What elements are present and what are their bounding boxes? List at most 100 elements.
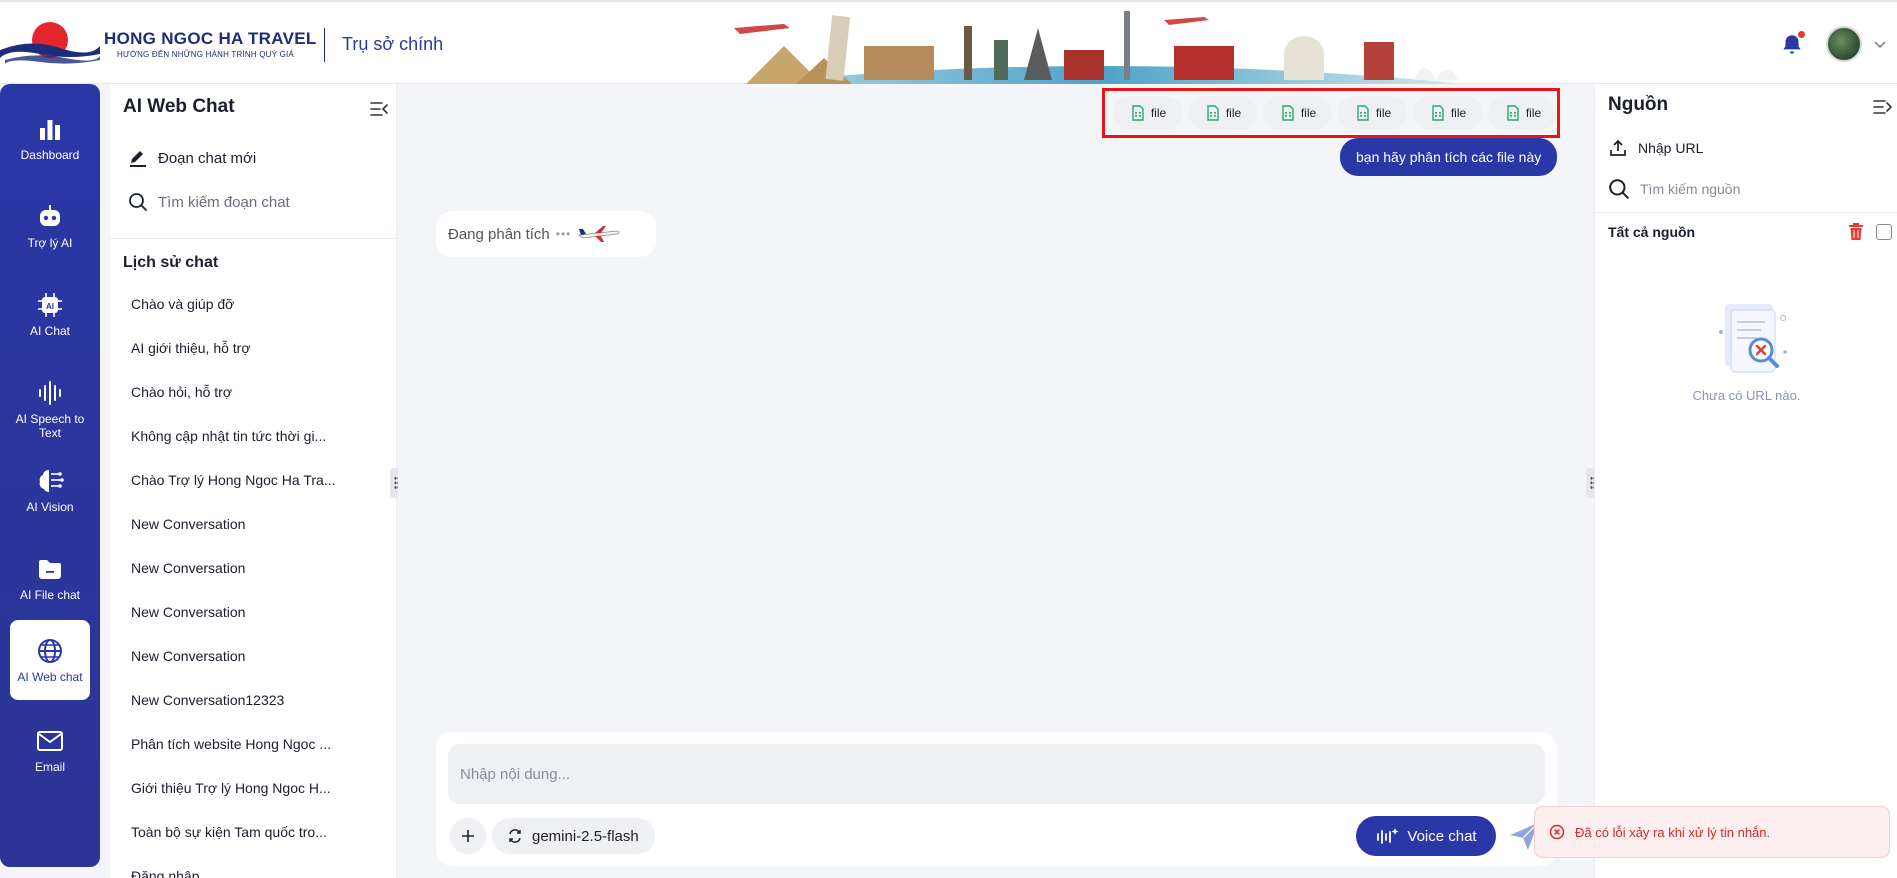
svg-text:AI: AI <box>46 302 54 311</box>
nav-label: AI File chat <box>19 588 81 602</box>
history-item[interactable]: Toàn bộ sự kiện Tam quốc tro... <box>131 810 391 854</box>
chat-history-list: Chào và giúp đỡ AI giới thiệu, hỗ trợ Ch… <box>131 282 391 878</box>
brand-logo[interactable] <box>0 20 100 68</box>
bot-typing-bubble: Đang phân tích ••• <box>436 211 656 257</box>
edit-pen-icon <box>130 151 146 167</box>
model-selector[interactable]: gemini-2.5-flash <box>492 818 655 854</box>
collapse-panel-icon[interactable] <box>1871 96 1893 118</box>
typing-dots-icon: ••• <box>555 227 572 241</box>
bot-status-text: Đang phân tích <box>448 225 550 243</box>
model-name: gemini-2.5-flash <box>532 827 639 845</box>
ai-chip-icon: AI <box>38 293 62 317</box>
nav-item-ai-web-chat[interactable]: AI Web chat <box>10 620 90 700</box>
error-circle-icon <box>1549 824 1565 840</box>
chat-history-panel: AI Web Chat Đoạn chat mới Tìm kiếm đoạn … <box>110 84 397 878</box>
folder-icon <box>39 560 61 579</box>
trash-icon[interactable] <box>1847 222 1865 242</box>
mail-icon <box>37 731 63 751</box>
collapse-panel-icon[interactable] <box>368 98 390 120</box>
history-item[interactable]: New Conversation <box>131 590 391 634</box>
history-item[interactable]: Chào hỏi, hỗ trợ <box>131 370 391 414</box>
history-item[interactable]: Chào Trợ lý Hong Ngoc Ha Tra... <box>131 458 391 502</box>
sources-title: Nguồn <box>1608 94 1669 115</box>
file-name: file <box>1525 106 1542 120</box>
error-toast: Đã có lỗi xảy ra khi xử lý tin nhắn. <box>1534 806 1890 858</box>
spreadsheet-file-icon <box>1507 105 1519 121</box>
new-chat-label: Đoạn chat mới <box>158 149 257 167</box>
nav-item-ai-vision[interactable]: AI Vision <box>10 450 90 530</box>
nav-label: AI Vision <box>26 500 74 514</box>
divider <box>1595 212 1897 213</box>
empty-sources-text: Chưa có URL nào. <box>1692 388 1801 403</box>
attached-files-row: file file file file file file <box>1102 88 1560 138</box>
nav-item-ai-speech-to-text[interactable]: AI Speech to Text <box>10 362 90 454</box>
history-item[interactable]: Không cập nhật tin tức thời gi... <box>131 414 391 458</box>
history-item[interactable]: Đăng nhập <box>131 854 391 878</box>
file-name: file <box>1150 106 1167 120</box>
switch-model-icon <box>509 829 521 843</box>
user-avatar[interactable] <box>1826 26 1862 62</box>
plus-icon <box>462 830 474 842</box>
nav-label: Email <box>34 760 65 774</box>
source-search-placeholder: Tìm kiếm nguồn <box>1640 181 1741 197</box>
source-search[interactable]: Tìm kiếm nguồn <box>1608 178 1740 200</box>
nav-label: AI Web chat <box>17 670 83 684</box>
nav-item-ai-file-chat[interactable]: AI File chat <box>10 538 90 618</box>
voice-sparkle-icon <box>1377 828 1399 844</box>
user-message-bubble: bạn hãy phân tích các file này <box>1340 138 1558 176</box>
file-chip[interactable]: file <box>1338 96 1407 130</box>
history-item[interactable]: Phân tích website Hong Ngoc ... <box>131 722 391 766</box>
history-item[interactable]: New Conversation <box>131 546 391 590</box>
file-chip[interactable]: file <box>1263 96 1332 130</box>
history-item[interactable]: New Conversation12323 <box>131 678 391 722</box>
file-chip[interactable]: file <box>1413 96 1482 130</box>
office-label: Trụ sở chính <box>342 34 444 54</box>
nav-item-dashboard[interactable]: Dashboard <box>10 98 90 178</box>
waveform-icon <box>39 381 61 405</box>
nav-item-ai-assistant[interactable]: Trợ lý AI <box>10 186 90 266</box>
error-message: Đã có lỗi xảy ra khi xử lý tin nhắn. <box>1575 824 1771 840</box>
spreadsheet-file-icon <box>1282 105 1294 121</box>
chat-search-placeholder: Tìm kiếm đoạn chat <box>158 193 290 211</box>
all-sources-label: Tất cả nguồn <box>1608 224 1696 240</box>
nav-item-ai-chat[interactable]: AI AI Chat <box>10 274 90 354</box>
file-chip[interactable]: file <box>1488 96 1557 130</box>
history-item[interactable]: AI giới thiệu, hỗ trợ <box>131 326 391 370</box>
search-icon <box>1609 179 1629 199</box>
main-sidebar: Dashboard Trợ lý AI AI AI Chat AI Speech… <box>0 84 100 867</box>
brand-name: HONG NGOC HA TRAVEL <box>104 29 317 48</box>
file-chip[interactable]: file <box>1188 96 1257 130</box>
robot-icon <box>40 205 60 226</box>
spreadsheet-file-icon <box>1132 105 1144 121</box>
add-attachment-button[interactable] <box>450 818 486 854</box>
sources-panel: Nguồn Nhập URL Tìm kiếm nguồn Tất cả ngu… <box>1594 84 1897 878</box>
spreadsheet-file-icon <box>1207 105 1219 121</box>
import-url-button[interactable]: Nhập URL <box>1608 138 1703 158</box>
history-item[interactable]: Chào và giúp đỡ <box>131 282 391 326</box>
select-all-checkbox[interactable] <box>1876 224 1892 240</box>
landmarks-banner-image <box>724 11 1484 86</box>
chevron-down-icon[interactable] <box>1872 36 1888 52</box>
search-icon <box>129 193 147 211</box>
spreadsheet-file-icon <box>1432 105 1444 121</box>
nav-label: AI Chat <box>29 324 71 338</box>
history-item[interactable]: Giới thiệu Trợ lý Hong Ngoc H... <box>131 766 391 810</box>
empty-document-illustration <box>1719 304 1787 373</box>
message-composer: gemini-2.5-flash Voice chat <box>436 732 1557 866</box>
upload-icon <box>1610 139 1626 156</box>
airplane-icon <box>578 226 620 242</box>
file-chip[interactable]: file <box>1113 96 1182 130</box>
import-url-label: Nhập URL <box>1638 140 1704 156</box>
nav-label: Trợ lý AI <box>27 236 73 250</box>
panel-title: AI Web Chat <box>123 96 235 117</box>
brand-tagline: HƯỚNG ĐẾN NHỮNG HÀNH TRÌNH QUÝ GIÁ <box>117 50 294 59</box>
message-input[interactable] <box>448 744 1545 804</box>
nav-item-email[interactable]: Email <box>10 710 90 790</box>
history-item[interactable]: New Conversation <box>131 502 391 546</box>
history-item[interactable]: New Conversation <box>131 634 391 678</box>
brain-icon <box>39 470 64 492</box>
voice-chat-label: Voice chat <box>1407 827 1477 845</box>
voice-chat-button[interactable]: Voice chat <box>1356 816 1496 856</box>
new-chat-button[interactable]: Đoạn chat mới <box>128 148 256 168</box>
chat-search[interactable]: Tìm kiếm đoạn chat <box>128 192 290 212</box>
